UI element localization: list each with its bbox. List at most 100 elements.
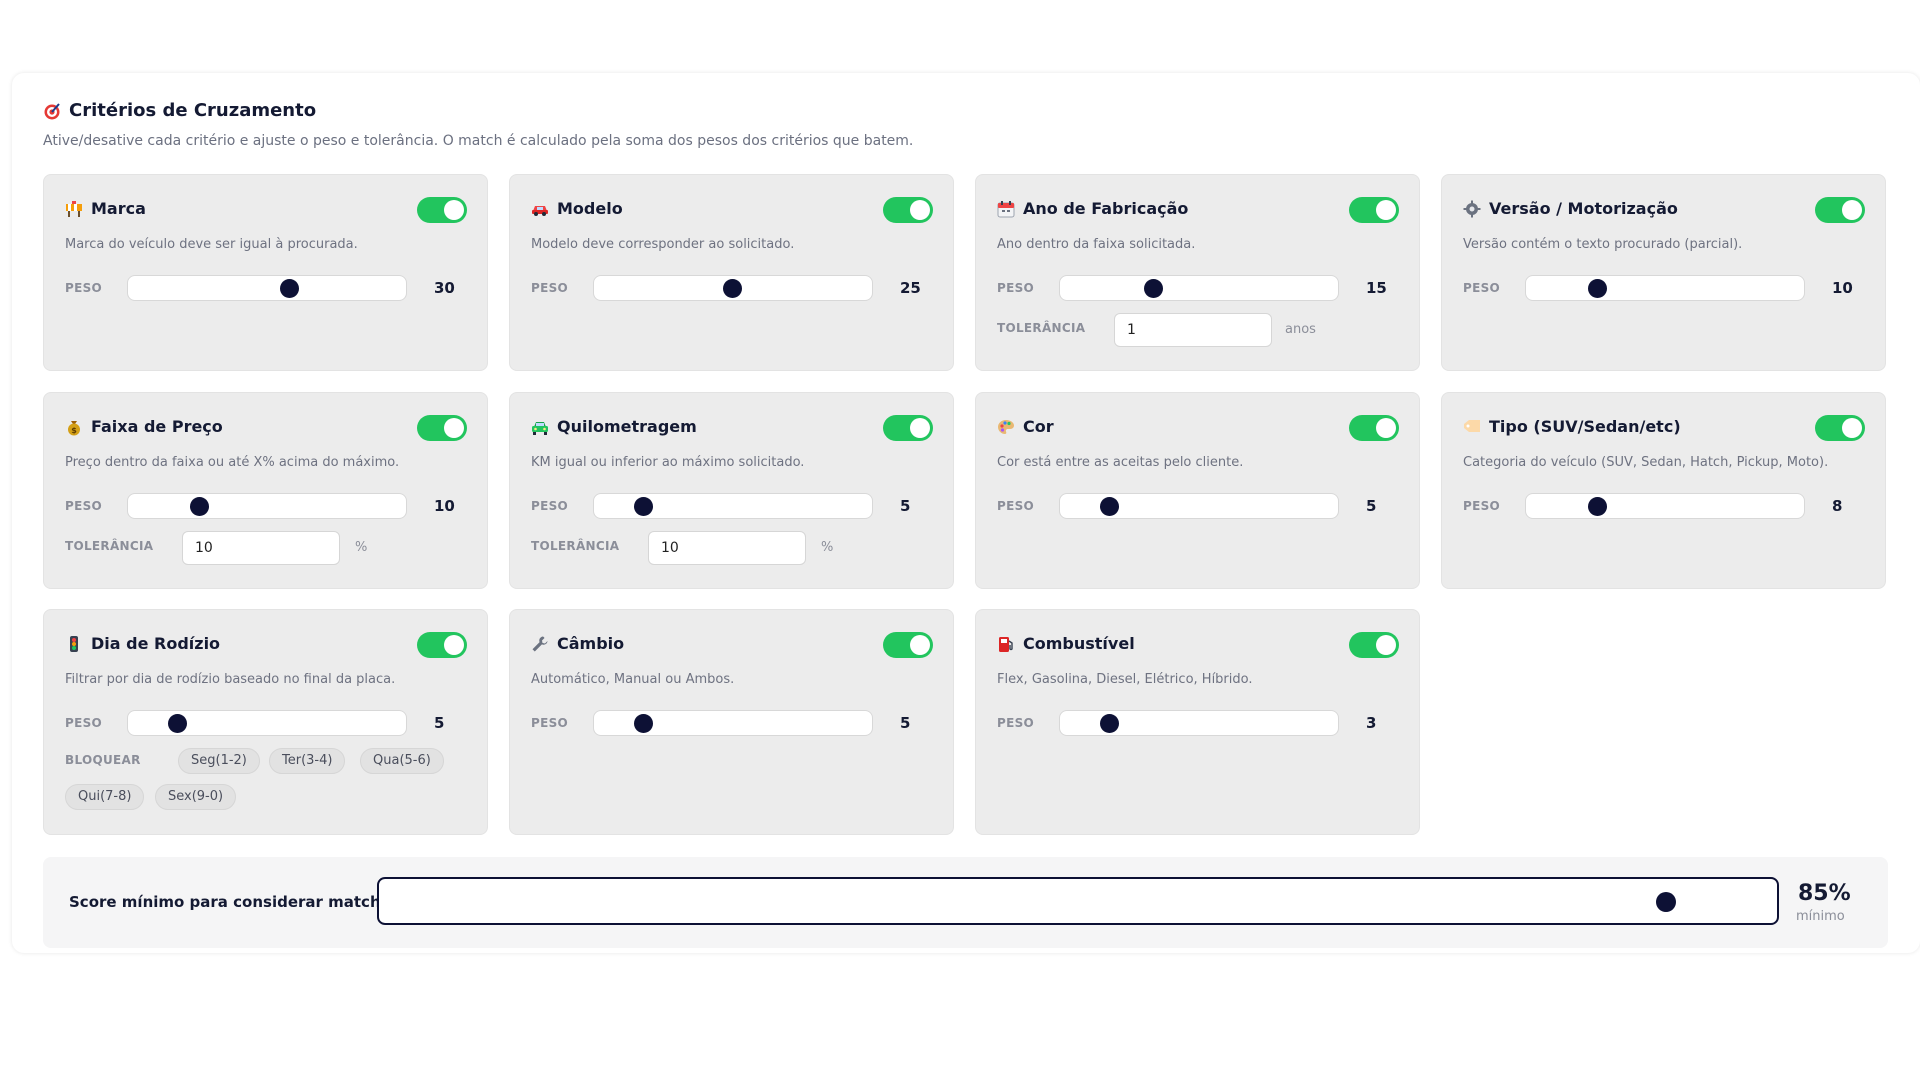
block-chip-seg[interactable]: Seg(1-2) [178, 748, 260, 774]
weight-label: PESO [65, 499, 103, 513]
min-score-caption: mínimo [1796, 909, 1845, 924]
criterion-description: Versão contém o texto procurado (parcial… [1463, 237, 1743, 252]
weight-value: 30 [434, 279, 455, 297]
weight-label: PESO [997, 716, 1035, 730]
criterion-toggle[interactable] [1349, 197, 1399, 223]
min-score-label: Score mínimo para considerar match: [69, 893, 387, 911]
weight-slider-thumb[interactable] [168, 714, 187, 733]
criterion-card-quilometragem: Quilometragem KM igual ou inferior ao má… [509, 392, 954, 589]
weight-value: 5 [900, 497, 911, 515]
criterion-card-tipo: Tipo (SUV/Sedan/etc) Categoria do veícul… [1441, 392, 1886, 589]
criterion-title: Ano de Fabricação [1023, 199, 1189, 218]
weight-slider-thumb[interactable] [190, 497, 209, 516]
weight-slider[interactable] [1059, 710, 1339, 736]
criterion-card-combustivel: Combustível Flex, Gasolina, Diesel, Elét… [975, 609, 1420, 835]
criterion-title: Faixa de Preço [91, 417, 223, 436]
min-score-slider[interactable] [377, 877, 1779, 925]
car-front-icon [531, 418, 549, 436]
wrench-icon [531, 635, 549, 653]
tolerance-label: TOLERÂNCIA [531, 539, 620, 553]
page-subtitle: Ative/desative cada critério e ajuste o … [43, 133, 914, 149]
weight-value: 8 [1832, 497, 1843, 515]
weight-slider[interactable] [127, 493, 407, 519]
criterion-toggle[interactable] [883, 632, 933, 658]
calendar-icon [997, 200, 1015, 218]
criterion-title: Dia de Rodízio [91, 634, 221, 653]
weight-slider[interactable] [593, 710, 873, 736]
page-title: Critérios de Cruzamento [43, 100, 913, 121]
criterion-toggle[interactable] [1815, 197, 1865, 223]
block-chip-qua[interactable]: Qua(5-6) [360, 748, 444, 774]
tolerance-unit: % [821, 540, 834, 555]
weight-slider-thumb[interactable] [723, 279, 742, 298]
criterion-description: Marca do veículo deve ser igual à procur… [65, 237, 358, 252]
criterion-toggle[interactable] [1349, 415, 1399, 441]
criterion-card-cor: Cor Cor está entre as aceitas pelo clien… [975, 392, 1420, 589]
tolerance-input[interactable] [1114, 313, 1272, 347]
weight-label: PESO [1463, 499, 1501, 513]
weight-slider-thumb[interactable] [1100, 497, 1119, 516]
weight-label: PESO [531, 716, 569, 730]
weight-slider[interactable] [1525, 493, 1805, 519]
traffic-light-icon [65, 635, 83, 653]
weight-slider[interactable] [1059, 275, 1339, 301]
tolerance-label: TOLERÂNCIA [65, 539, 154, 553]
weight-slider[interactable] [593, 275, 873, 301]
criterion-toggle[interactable] [883, 197, 933, 223]
fuel-pump-icon [997, 635, 1015, 653]
weight-slider[interactable] [127, 275, 407, 301]
min-score-section: Score mínimo para considerar match: 85% … [43, 857, 1888, 948]
weight-slider-thumb[interactable] [1588, 279, 1607, 298]
weight-value: 25 [900, 279, 921, 297]
weight-slider[interactable] [1525, 275, 1805, 301]
weight-value: 15 [1366, 279, 1387, 297]
weight-value: 3 [1366, 714, 1377, 732]
weight-slider[interactable] [593, 493, 873, 519]
min-score-value: 85% [1798, 881, 1851, 906]
criterion-description: Automático, Manual ou Ambos. [531, 672, 735, 687]
criterion-toggle[interactable] [417, 415, 467, 441]
tag-icon [1463, 418, 1481, 436]
criterion-toggle[interactable] [883, 415, 933, 441]
criteria-header: Critérios de Cruzamento Ative/desative c… [43, 100, 913, 149]
tolerance-input[interactable] [648, 531, 806, 565]
criterion-title: Marca [91, 199, 146, 218]
block-chip-sex[interactable]: Sex(9-0) [155, 784, 237, 810]
weight-slider[interactable] [127, 710, 407, 736]
tolerance-input[interactable] [182, 531, 340, 565]
criterion-card-cambio: Câmbio Automático, Manual ou Ambos. PESO… [509, 609, 954, 835]
weight-slider-thumb[interactable] [634, 714, 653, 733]
criterion-title: Tipo (SUV/Sedan/etc) [1489, 417, 1681, 436]
weight-label: PESO [997, 281, 1035, 295]
criterion-title: Quilometragem [557, 417, 697, 436]
weight-value: 5 [1366, 497, 1377, 515]
criterion-description: KM igual ou inferior ao máximo solicitad… [531, 455, 805, 470]
weight-slider-thumb[interactable] [280, 279, 299, 298]
block-chip-ter[interactable]: Ter(3-4) [269, 748, 346, 774]
criterion-toggle[interactable] [417, 632, 467, 658]
target-icon [43, 102, 61, 120]
criterion-toggle[interactable] [417, 197, 467, 223]
weight-slider[interactable] [1059, 493, 1339, 519]
weight-slider-thumb[interactable] [1588, 497, 1607, 516]
weight-value: 10 [1832, 279, 1853, 297]
car-icon [531, 200, 549, 218]
block-label: BLOQUEAR [65, 753, 141, 767]
money-bag-icon: $ [65, 418, 83, 436]
weight-value: 10 [434, 497, 455, 515]
weight-slider-thumb[interactable] [634, 497, 653, 516]
weight-label: PESO [1463, 281, 1501, 295]
criterion-description: Modelo deve corresponder ao solicitado. [531, 237, 795, 252]
criterion-card-modelo: Modelo Modelo deve corresponder ao solic… [509, 174, 954, 371]
weight-slider-thumb[interactable] [1100, 714, 1119, 733]
weight-slider-thumb[interactable] [1144, 279, 1163, 298]
criterion-toggle[interactable] [1349, 632, 1399, 658]
weight-label: PESO [531, 499, 569, 513]
criterion-card-rodizio: Dia de Rodízio Filtrar por dia de rodízi… [43, 609, 488, 835]
criterion-toggle[interactable] [1815, 415, 1865, 441]
criterion-description: Flex, Gasolina, Diesel, Elétrico, Híbrid… [997, 672, 1253, 687]
block-chip-qui[interactable]: Qui(7-8) [65, 784, 145, 810]
min-score-slider-thumb[interactable] [1656, 892, 1676, 912]
page-title-text: Critérios de Cruzamento [69, 100, 317, 121]
criterion-description: Cor está entre as aceitas pelo cliente. [997, 455, 1244, 470]
